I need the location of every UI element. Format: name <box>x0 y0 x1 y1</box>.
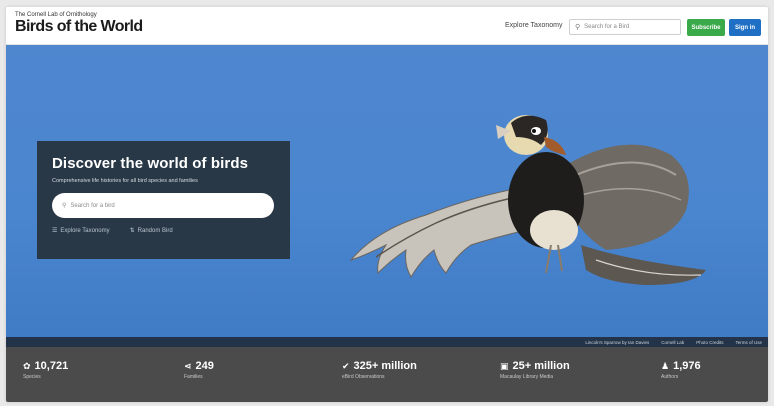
search-icon: ⚲ <box>62 203 67 209</box>
photo-credit: Lincoln's Sparrow by Ian Davies <box>585 339 650 345</box>
stat-observations: ✔ 325+ million eBird Observations <box>342 360 417 380</box>
site-logo[interactable]: The Cornell Lab of Ornithology Birds of … <box>15 12 143 35</box>
check-circle-icon: ✔ <box>342 360 350 371</box>
hero-banner: Discover the world of birds Comprehensiv… <box>6 45 768 347</box>
hero-subtitle: Comprehensive life histories for all bir… <box>52 178 198 184</box>
header-search-placeholder: Search for a Bird <box>584 24 630 30</box>
sign-in-button[interactable]: Sign in <box>729 19 761 36</box>
hero-title: Discover the world of birds <box>52 155 249 172</box>
hero-search-input[interactable]: ⚲ Search for a bird <box>52 193 274 218</box>
shuffle-icon: ⇅ <box>129 228 135 234</box>
stat-authors: ♟ 1,976 Authors <box>661 360 701 380</box>
explore-taxonomy-link[interactable]: ☰ Explore Taxonomy <box>52 227 110 234</box>
bird-icon: ✿ <box>23 360 31 371</box>
branch-icon: ⋖ <box>184 360 192 371</box>
stats-bar: ✿ 10,721 Species ⋖ 249 Families ✔ 325+ mill… <box>6 347 768 402</box>
stat-families: ⋖ 249 Families <box>184 360 214 380</box>
page-frame: The Cornell Lab of Ornithology Birds of … <box>6 7 768 402</box>
search-icon: ⚲ <box>575 24 581 31</box>
footer-link-cornell[interactable]: Cornell Lab <box>661 340 684 345</box>
site-header: The Cornell Lab of Ornithology Birds of … <box>6 7 768 45</box>
discover-panel: Discover the world of birds Comprehensiv… <box>37 141 290 259</box>
tree-icon: ☰ <box>52 228 58 234</box>
stat-species: ✿ 10,721 Species <box>23 360 69 380</box>
subscribe-button[interactable]: Subscribe <box>687 19 725 36</box>
random-bird-link[interactable]: ⇅ Random Bird <box>130 227 173 234</box>
hero-search-placeholder: Search for a bird <box>70 202 115 209</box>
brand-title: Birds of the World <box>15 18 143 35</box>
header-search-input[interactable]: ⚲ Search for a Bird <box>569 19 681 35</box>
stat-media: ▣ 25+ million Macaulay Library Media <box>500 360 570 380</box>
media-icon: ▣ <box>500 360 509 371</box>
photo-credit-bar: Lincoln's Sparrow by Ian Davies Cornell … <box>6 337 768 347</box>
footer-link-credits[interactable]: Photo Credits <box>696 340 723 345</box>
footer-link-terms[interactable]: Terms of Use <box>735 340 762 345</box>
person-icon: ♟ <box>661 360 670 371</box>
nav-explore-taxonomy[interactable]: Explore Taxonomy <box>505 22 562 29</box>
